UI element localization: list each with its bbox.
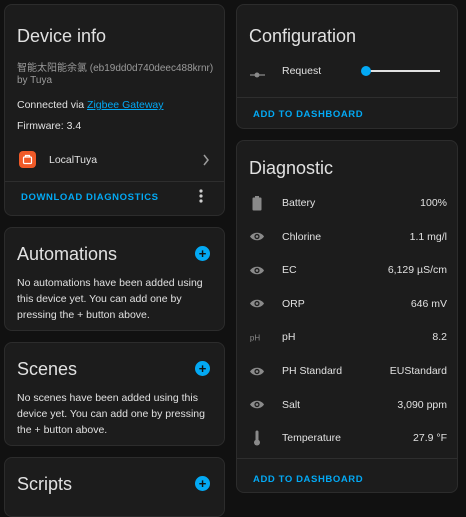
diagnostic-label: Battery xyxy=(282,197,316,209)
diagnostic-label: EC xyxy=(282,264,297,277)
diagnostic-row-salt[interactable]: Salt 3,090 ppm xyxy=(237,393,457,417)
scripts-title: Scripts xyxy=(17,474,73,494)
connected-via-label: Connected via xyxy=(17,99,88,111)
eye-icon xyxy=(249,397,265,413)
scenes-card: Scenes + No scenes have been added using… xyxy=(4,342,225,446)
diagnostic-row-ec[interactable]: EC 6,129 µS/cm xyxy=(237,258,457,282)
ph-icon: pH xyxy=(249,329,265,345)
diagnostic-row-orp[interactable]: ORP 646 mV xyxy=(237,292,457,316)
scripts-card: Scripts + xyxy=(4,457,225,517)
diagnostic-label: pH xyxy=(282,331,296,344)
device-info-divider xyxy=(5,181,224,182)
integration-row[interactable]: LocalTuya xyxy=(5,145,224,175)
diagnostic-label: Temperature xyxy=(282,432,341,445)
download-diagnostics-button[interactable]: DOWNLOAD DIAGNOSTICS xyxy=(21,192,159,203)
diagnostic-value: EUStandard xyxy=(389,365,447,377)
diagnostic-value: 3,090 ppm xyxy=(397,398,447,411)
diagnostic-value: 27.9 °F xyxy=(413,432,447,445)
slider-handle[interactable] xyxy=(361,66,371,76)
device-info-title: Device info xyxy=(17,26,107,46)
diagnostic-label: PH Standard xyxy=(282,365,343,377)
add-automation-button[interactable]: + xyxy=(195,246,210,261)
zigbee-gateway-link[interactable]: Zigbee Gateway xyxy=(87,99,163,111)
diagnostic-label: ORP xyxy=(282,297,305,310)
integration-name: LocalTuya xyxy=(49,154,98,166)
eye-icon xyxy=(249,296,265,312)
diagnostic-row-ph-standard[interactable]: PH Standard EUStandard xyxy=(237,359,457,383)
connected-via: Connected via Zigbee Gateway xyxy=(17,99,164,111)
svg-text:pH: pH xyxy=(250,334,260,343)
firmware-version: Firmware: 3.4 xyxy=(17,120,82,132)
add-scene-button[interactable]: + xyxy=(195,361,210,376)
request-slider[interactable] xyxy=(361,64,440,78)
diagnostic-value: 100% xyxy=(420,197,447,209)
eye-icon xyxy=(249,262,265,278)
eye-icon xyxy=(249,363,265,379)
battery-icon xyxy=(249,195,265,211)
diagnostic-value: 646 mV xyxy=(410,297,447,310)
configuration-card: Configuration Request ADD TO DASHBOARD xyxy=(236,4,458,129)
diagnostic-value: 8.2 xyxy=(432,331,447,344)
diagnostic-value: 6,129 µS/cm xyxy=(387,264,447,277)
scenes-title: Scenes xyxy=(17,359,78,379)
add-script-button[interactable]: + xyxy=(195,476,210,491)
diagnostic-label: Chlorine xyxy=(282,230,322,243)
automations-empty-text: No automations have been added using thi… xyxy=(17,277,203,321)
diagnostic-row-temperature[interactable]: Temperature 27.9 °F xyxy=(237,426,457,450)
automations-title: Automations xyxy=(17,244,118,264)
diag-add-to-dashboard-button[interactable]: ADD TO DASHBOARD xyxy=(253,474,363,485)
diagnostic-label: Salt xyxy=(282,398,301,411)
more-options-icon[interactable] xyxy=(199,189,203,208)
diagnostic-card: Diagnostic Battery 100% Chlorine 1.1 mg/l EC… xyxy=(236,140,458,493)
slider-icon xyxy=(250,66,265,84)
automations-card: Automations + No automations have been a… xyxy=(4,227,225,331)
device-model: 智能太阳能余氯 (eb19dd0d740deec488krnr) xyxy=(17,63,214,74)
diagnostic-title: Diagnostic xyxy=(249,158,334,178)
diagnostic-row-battery[interactable]: Battery 100% xyxy=(237,191,457,215)
configuration-title: Configuration xyxy=(249,26,357,46)
device-info-card: Device info 智能太阳能余氯 (eb19dd0d740deec488k… xyxy=(4,4,225,216)
configuration-divider xyxy=(237,97,457,98)
localtuya-logo-icon xyxy=(19,151,36,168)
diagnostic-row-chlorine[interactable]: Chlorine 1.1 mg/l xyxy=(237,225,457,249)
eye-icon xyxy=(249,229,265,245)
diagnostic-value: 1.1 mg/l xyxy=(409,230,447,243)
config-add-to-dashboard-button[interactable]: ADD TO DASHBOARD xyxy=(253,109,363,120)
diagnostic-row-ph[interactable]: pH pH 8.2 xyxy=(237,325,457,349)
chevron-right-icon xyxy=(202,153,210,171)
scenes-empty-text: No scenes have been added using this dev… xyxy=(17,392,205,436)
diagnostic-divider xyxy=(237,458,457,459)
device-manufacturer: by Tuya xyxy=(17,75,53,86)
request-label: Request xyxy=(282,65,322,77)
thermometer-icon xyxy=(249,430,265,446)
slider-track xyxy=(364,70,440,72)
